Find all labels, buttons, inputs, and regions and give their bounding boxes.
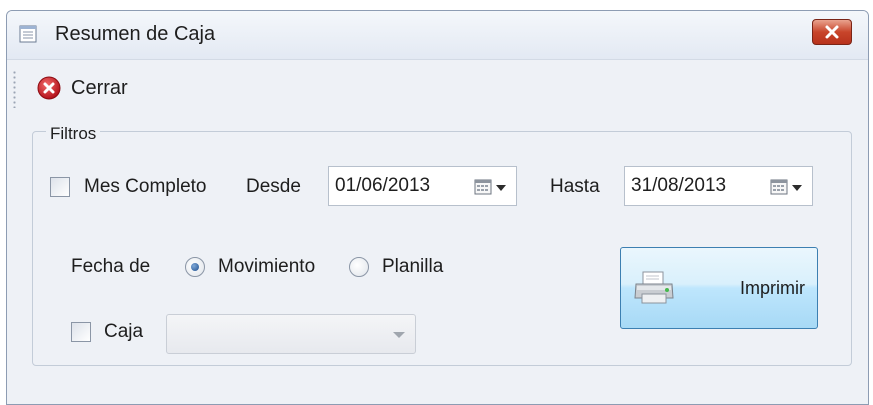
toolbar-grip[interactable] [13, 70, 16, 108]
mes-completo-checkbox[interactable] [50, 177, 70, 197]
imprimir-label: Imprimir [740, 278, 805, 298]
cerrar-label: Cerrar [71, 76, 128, 99]
title-bar: Resumen de Caja [7, 11, 868, 60]
printer-icon [634, 271, 674, 304]
hasta-value: 31/08/2013 [631, 175, 727, 196]
form-icon [19, 25, 37, 43]
window-close-button[interactable] [812, 19, 852, 45]
filtros-legend: Filtros [46, 124, 101, 144]
desde-value: 01/06/2013 [335, 175, 431, 196]
imprimir-button[interactable]: Imprimir [620, 247, 818, 329]
movimiento-radio[interactable] [185, 257, 205, 277]
planilla-radio[interactable] [349, 257, 369, 277]
close-x-icon [825, 25, 839, 39]
calendar-dropdown-icon[interactable] [770, 179, 804, 195]
window-title: Resumen de Caja [55, 23, 216, 45]
caja-label: Caja [104, 321, 144, 342]
desde-label: Desde [246, 176, 301, 197]
hasta-label: Hasta [550, 176, 600, 197]
movimiento-label: Movimiento [218, 256, 316, 277]
chevron-down-icon [393, 332, 405, 338]
caja-checkbox[interactable] [71, 322, 91, 342]
cerrar-button[interactable]: Cerrar [37, 72, 128, 104]
hasta-datepicker[interactable]: 31/08/2013 [624, 166, 813, 206]
red-x-circle-icon [37, 76, 61, 100]
caja-combobox[interactable] [166, 314, 416, 354]
toolbar: Cerrar [7, 60, 868, 116]
mes-completo-label: Mes Completo [84, 176, 207, 197]
desde-datepicker[interactable]: 01/06/2013 [328, 166, 517, 206]
planilla-label: Planilla [382, 256, 444, 277]
fecha-de-label: Fecha de [71, 256, 151, 277]
calendar-dropdown-icon[interactable] [474, 179, 508, 195]
